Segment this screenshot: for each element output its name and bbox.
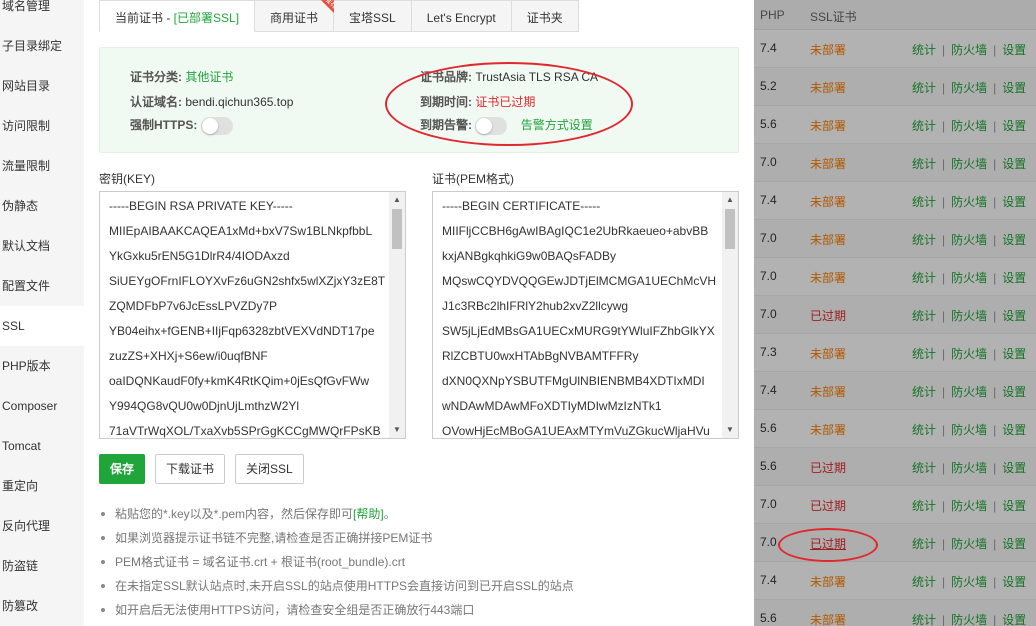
expiry-alert-label: 到期告警: [420, 118, 472, 132]
cert-line: kxjANBgkqhkiG9w0BAQsFADBy [442, 249, 617, 263]
cert-brand-row: 证书品牌: TrustAsia TLS RSA CA [420, 68, 598, 85]
cert-line: MIIFljCCBH6gAwIBAgIQC1e2UbRkaeueo+abvBB [442, 224, 709, 238]
cert-line: MQswCQYDVQQGEwJDTjElMCMGA1UEChMcVH [442, 274, 717, 288]
force-https-label: 强制HTTPS: [130, 118, 198, 132]
key-scrollbar-thumb[interactable] [392, 209, 402, 249]
sidebar-item-default-document[interactable]: 默认文档 [0, 226, 84, 266]
sidebar-item-tomcat[interactable]: Tomcat [0, 426, 84, 466]
sidebar-item-site-directory[interactable]: 网站目录 [0, 66, 84, 106]
sidebar-item-reverse-proxy[interactable]: 反向代理 [0, 506, 84, 546]
certificate-pem-textarea[interactable]: -----BEGIN CERTIFICATE----- MIIFljCCBH6g… [432, 191, 739, 439]
tab-current-certificate[interactable]: 当前证书 - [已部署SSL] [99, 0, 256, 32]
cert-domain-value: bendi.qichun365.top [185, 95, 294, 109]
scroll-up-arrow-icon[interactable]: ▲ [389, 192, 405, 208]
force-https-row: 强制HTTPS: [130, 116, 233, 135]
tab-commercial-certificate[interactable]: 商用证书 推荐 [255, 0, 340, 32]
scroll-down-arrow-icon[interactable]: ▼ [389, 422, 405, 438]
cert-expiry-label: 到期时间: [420, 95, 472, 109]
cert-line: -----BEGIN CERTIFICATE----- [442, 199, 601, 213]
expiry-alert-toggle[interactable] [475, 116, 508, 135]
tab-lets-encrypt[interactable]: Let's Encrypt [411, 0, 512, 32]
key-line: Y994QG8vQU0w0DjnUjLmthzW2Yl [109, 399, 300, 413]
tab-baota-ssl[interactable]: 宝塔SSL [334, 0, 412, 32]
sidebar-item-php-version[interactable]: PHP版本 [0, 346, 84, 386]
cert-expiry-row: 到期时间: 证书已过期 [420, 93, 535, 110]
tip-item: PEM格式证书 = 域名证书.crt + 根证书(root_bundle).cr… [99, 550, 739, 574]
cert-line: J1c3RBc2lhIFRlY2hub2xvZ2llcywg [442, 299, 629, 313]
alert-method-settings-link[interactable]: 告警方式设置 [521, 118, 593, 132]
cert-line: RlZCBTU0wxHTAbBgNVBAMTFFRy [442, 349, 639, 363]
force-https-toggle[interactable] [200, 116, 233, 135]
cert-domain-label: 认证域名: [130, 95, 182, 109]
scroll-down-arrow-icon[interactable]: ▼ [722, 422, 738, 438]
tab-current-label: 当前证书 - [115, 11, 174, 25]
sidebar-item-config-file[interactable]: 配置文件 [0, 266, 84, 306]
private-key-textarea[interactable]: -----BEGIN RSA PRIVATE KEY----- MIIEpAIB… [99, 191, 406, 439]
ssl-panel: 当前证书 - [已部署SSL] 商用证书 推荐 宝塔SSL Let's Encry… [84, 0, 754, 626]
cert-line: SW5jLjEdMBsGA1UECxMURG9tYWluIFZhbGlkYX [442, 324, 715, 338]
help-link[interactable]: [帮助] [353, 507, 384, 521]
tip-item: 如果浏览器提示证书链不完整,请检查是否正确拼接PEM证书 [99, 526, 739, 550]
sidebar-item-traffic-limit[interactable]: 流量限制 [0, 146, 84, 186]
tip-1-suffix: 。 [383, 507, 396, 521]
cert-expiry-value: 证书已过期 [475, 95, 536, 109]
key-line: -----BEGIN RSA PRIVATE KEY----- [109, 199, 293, 213]
sidebar-item-domain-management[interactable]: 域名管理 [0, 0, 84, 26]
close-ssl-button[interactable]: 关闭SSL [235, 454, 304, 484]
expiry-alert-row: 到期告警: 告警方式设置 [420, 116, 593, 135]
cert-line: dXN0QXNpYSBUTFMgUlNBIENBMB4XDTIxMDI [442, 374, 705, 388]
certificate-info-box: 证书分类: 其他证书 认证域名: bendi.qichun365.top 强制H… [99, 47, 739, 153]
key-line: oaIDQNKaudF0fy+kmK4RtKQim+0jEsQfGvFWw [109, 374, 370, 388]
key-line: YkGxku5rEN5G1DlrR4/4IODAxzd [109, 249, 290, 263]
scroll-up-arrow-icon[interactable]: ▲ [722, 192, 738, 208]
key-scrollbar[interactable]: ▲ ▼ [389, 192, 405, 438]
tab-commercial-label: 商用证书 [270, 11, 319, 25]
key-box-label: 密钥(KEY) [99, 172, 156, 186]
key-line: 71aVTrWqXOL/TxaXvb5SPrGgKCCgMWQrFPsKB [109, 424, 381, 438]
tip-1-text: 粘贴您的*.key以及*.pem内容，然后保存即可 [115, 507, 354, 521]
sidebar-item-subdirectory-binding[interactable]: 子目录绑定 [0, 26, 84, 66]
cert-domain-row: 认证域名: bendi.qichun365.top [130, 93, 293, 110]
sidebar-item-composer[interactable]: Composer [0, 386, 84, 426]
ssl-tips-list: 粘贴您的*.key以及*.pem内容，然后保存即可[帮助]。 如果浏览器提示证书… [99, 502, 739, 622]
cert-line: wNDAwMDAwMFoXDTIyMDIwMzIzNTk1 [442, 399, 662, 413]
cert-brand-label: 证书品牌: [420, 70, 472, 84]
cert-box-label: 证书(PEM格式) [432, 172, 514, 186]
cert-scrollbar[interactable]: ▲ ▼ [722, 192, 738, 438]
site-list-background: PHP SSL证书 7.4 未部署 统计 | 防火墙 | 设置 5.2 未部署 统计 | 防火墙 | 设置… [754, 0, 1036, 626]
key-line: ZQMDFbP7v6JcEssLPVZDy7P [109, 299, 278, 313]
modal-backdrop[interactable] [754, 0, 1036, 626]
sidebar-item-redirect[interactable]: 重定向 [0, 466, 84, 506]
ssl-tabs: 当前证书 - [已部署SSL] 商用证书 推荐 宝塔SSL Let's Encry… [99, 0, 579, 32]
key-line: zuzZS+XHXj+S6ew/i0uqfBNF [109, 349, 268, 363]
cert-category-value: 其他证书 [185, 70, 234, 84]
save-button[interactable]: 保存 [99, 454, 146, 484]
download-certificate-button[interactable]: 下载证书 [155, 454, 226, 484]
sidebar-item-hotlink-protection[interactable]: 防盗链 [0, 546, 84, 586]
key-line: SiUEYgOFrnIFLOYXvFz6uGN2shfx5wlXZjxY3zE8… [109, 274, 386, 288]
cert-scrollbar-thumb[interactable] [725, 209, 735, 249]
sidebar-item-tamper-protection[interactable]: 防篡改 [0, 586, 84, 626]
tip-item: 在未指定SSL默认站点时,未开启SSL的站点使用HTTPS会直接访问到已开启SS… [99, 574, 739, 598]
sidebar-item-ssl[interactable]: SSL [0, 306, 84, 346]
cert-brand-value: TrustAsia TLS RSA CA [475, 70, 599, 84]
site-settings-sidebar: 域名管理 子目录绑定 网站目录 访问限制 流量限制 伪静态 默认文档 配置文件 … [0, 0, 84, 626]
cert-line: OVowHjEcMBoGA1UEAxMTYmVuZGkucWljaHVu [442, 424, 710, 438]
cert-category-label: 证书分类: [130, 70, 182, 84]
sidebar-item-rewrite[interactable]: 伪静态 [0, 186, 84, 226]
tip-item: 粘贴您的*.key以及*.pem内容，然后保存即可[帮助]。 [99, 502, 739, 526]
cert-category-row: 证书分类: 其他证书 [130, 68, 233, 85]
tab-certificate-folder[interactable]: 证书夹 [511, 0, 579, 32]
tab-deployed-status: [已部署SSL] [173, 11, 240, 25]
key-line: MIIEpAIBAAKCAQEA1xMd+bxV7Sw1BLNkpfbbL [109, 224, 373, 238]
sidebar-item-access-restriction[interactable]: 访问限制 [0, 106, 84, 146]
key-line: YB04eihx+fGENB+IIjFqp6328zbtVEXVdNDT17pe [109, 324, 375, 338]
tip-item: 如开启后无法使用HTTPS访问，请检查安全组是否正确放行443端口 [99, 598, 739, 622]
